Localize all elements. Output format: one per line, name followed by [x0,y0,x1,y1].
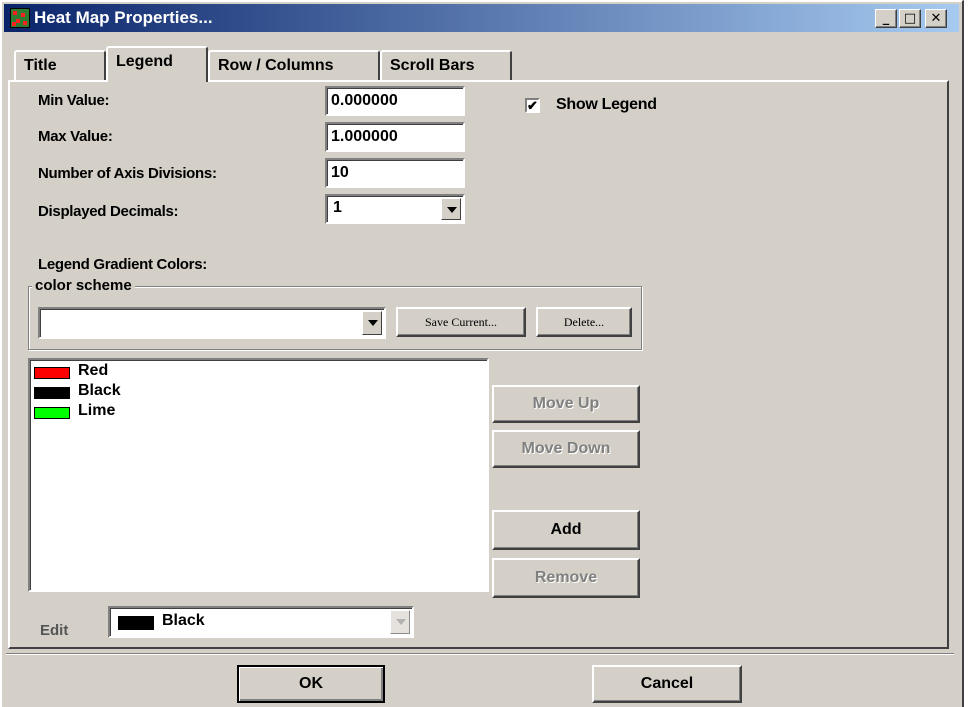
decimals-dropdown-button[interactable] [441,198,461,220]
tab-legend-label: Legend [116,53,173,70]
color-scheme-dropdown-button[interactable] [362,311,382,335]
tab-title-label: Title [24,57,57,74]
cancel-label: Cancel [640,675,694,692]
move-up-button[interactable]: Move Up [492,385,640,423]
edit-dropdown-button[interactable] [390,610,410,634]
close-button[interactable]: ✕ [925,9,947,28]
gradient-colors-label: Legend Gradient Colors: [38,256,207,273]
max-value-label: Max Value: [38,128,113,145]
color-name: Lime [78,402,116,419]
save-current-button[interactable]: Save Current... [396,307,526,337]
footer-separator [6,653,954,655]
color-name: Red [78,362,109,379]
show-legend-checkbox[interactable]: ✔ [525,98,540,113]
show-legend-label: Show Legend [556,96,657,113]
displayed-decimals-select[interactable]: 1 [325,194,465,224]
add-color-button[interactable]: Add [492,510,640,550]
min-value-label: Min Value: [38,92,110,109]
ok-label: OK [299,675,323,692]
save-current-label: Save Current... [425,315,497,329]
max-value-input[interactable]: 1.000000 [325,122,465,152]
tab-row-columns[interactable]: Row / Columns [208,50,380,80]
remove-color-button[interactable]: Remove [492,558,640,598]
edit-color-select[interactable]: Black [108,606,414,638]
move-up-label: Move Up [532,395,600,412]
chevron-down-icon [396,619,406,625]
cancel-button[interactable]: Cancel [592,665,742,703]
edit-label: Edit [40,622,69,639]
minimize-button[interactable]: _ [875,9,897,28]
tab-title[interactable]: Title [14,50,106,80]
ok-button[interactable]: OK [237,665,385,703]
axis-divisions-input[interactable]: 10 [325,158,465,188]
title-bar[interactable]: Heat Map Properties... _ □ ✕ [4,4,959,32]
window-title: Heat Map Properties... [34,8,213,27]
heat-map-app-icon [10,8,30,28]
tab-scroll-bars-label: Scroll Bars [390,57,475,74]
move-down-label: Move Down [521,440,611,457]
displayed-decimals-label: Displayed Decimals: [38,203,179,220]
add-label: Add [550,521,582,538]
maximize-button[interactable]: □ [899,9,921,28]
color-name: Black [78,382,121,399]
move-down-button[interactable]: Move Down [492,430,640,468]
edit-color-value: Black [162,612,205,629]
delete-scheme-label: Delete... [563,315,605,329]
tab-row-columns-label: Row / Columns [218,57,334,74]
min-value-input[interactable]: 0.000000 [325,86,465,116]
close-icon: ✕ [930,11,942,26]
maximize-icon: □ [903,11,917,26]
gradient-color-list[interactable]: Red Black Lime [28,358,489,592]
color-swatch [34,407,70,419]
remove-label: Remove [534,569,598,586]
color-scheme-select[interactable] [38,307,386,339]
edit-color-swatch [118,616,154,630]
chevron-down-icon [447,207,457,213]
color-scheme-group-label: color scheme [32,277,135,294]
chevron-down-icon [368,320,378,326]
color-swatch [34,387,70,399]
minimize-icon: _ [882,11,890,26]
tab-scroll-bars[interactable]: Scroll Bars [380,50,512,80]
displayed-decimals-value: 1 [333,199,342,216]
tab-legend[interactable]: Legend [106,46,208,82]
delete-scheme-button[interactable]: Delete... [536,307,632,337]
color-swatch [34,367,70,379]
axis-divisions-label: Number of Axis Divisions: [38,165,217,182]
